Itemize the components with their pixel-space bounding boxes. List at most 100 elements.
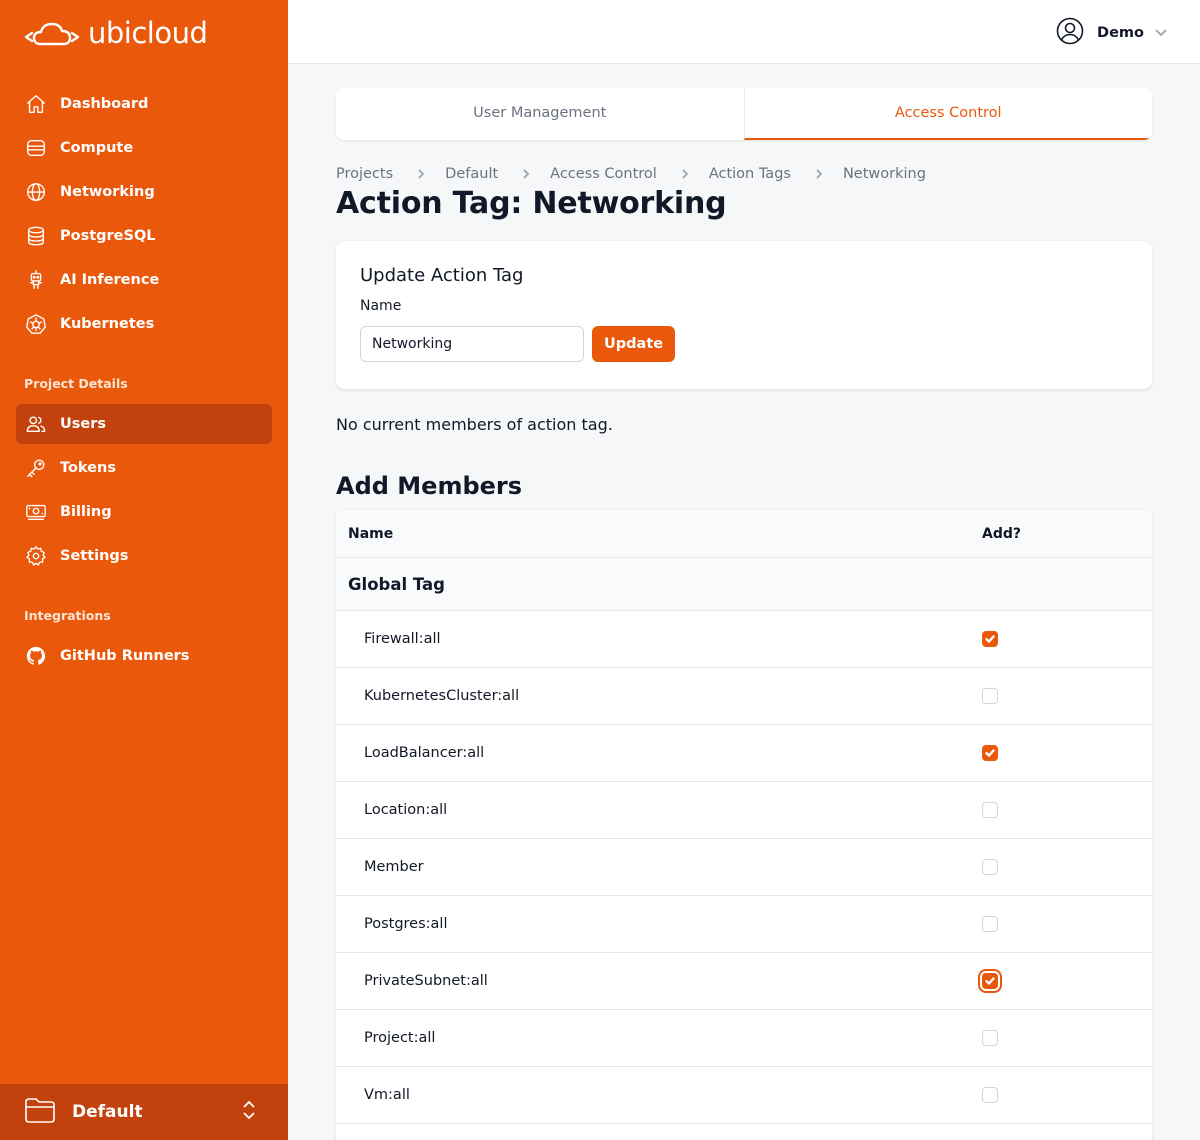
add-checkbox[interactable] — [982, 745, 998, 761]
update-form: Update — [360, 326, 1128, 362]
check-icon — [985, 977, 995, 985]
member-name: Vm:all — [364, 1087, 410, 1103]
robot-icon — [24, 268, 48, 292]
project-switcher[interactable]: Default — [0, 1084, 288, 1140]
chevron-down-icon — [1154, 24, 1168, 43]
column-header-name: Name — [348, 525, 394, 542]
add-checkbox[interactable] — [978, 969, 1002, 993]
breadcrumb-projects[interactable]: Projects — [336, 166, 393, 182]
sidebar-item-label: Tokens — [60, 460, 116, 476]
sidebar-item-label: Networking — [60, 184, 155, 200]
key-icon — [24, 456, 48, 480]
add-members-title: Add Members — [336, 472, 523, 500]
members-status: No current members of action tag. — [336, 415, 613, 434]
update-action-tag-card: Update Action Tag Name Update — [336, 241, 1152, 389]
integrations-nav: GitHub Runners — [16, 636, 272, 680]
add-members-table: Name Add? Global Tag Firewall:all Kubern… — [336, 510, 1152, 1140]
update-button[interactable]: Update — [592, 326, 676, 362]
github-icon — [24, 644, 48, 668]
sidebar-item-label: AI Inference — [60, 272, 160, 288]
member-name: KubernetesCluster:all — [364, 688, 520, 704]
home-icon — [24, 92, 48, 116]
sidebar-item-postgresql[interactable]: PostgreSQL — [16, 216, 272, 256]
chevron-right-icon — [813, 168, 825, 180]
sidebar: ubicloud Dashboard Compute Networking Po… — [0, 0, 288, 1140]
brand-name: ubicloud — [88, 16, 208, 50]
topbar: Demo — [288, 0, 1200, 64]
sidebar-item-users[interactable]: Users — [16, 404, 272, 444]
table-row: Firewall:all — [336, 611, 1152, 668]
breadcrumb-access-control[interactable]: Access Control — [550, 166, 657, 182]
table-row: LoadBalancer:all — [336, 725, 1152, 782]
add-checkbox[interactable] — [982, 1087, 998, 1103]
table-header: Name Add? — [336, 510, 1152, 558]
sidebar-item-settings[interactable]: Settings — [16, 536, 272, 576]
sidebar-item-kubernetes[interactable]: Kubernetes — [16, 304, 272, 344]
add-checkbox[interactable] — [982, 1030, 998, 1046]
add-checkbox[interactable] — [982, 859, 998, 875]
sidebar-item-label: GitHub Runners — [60, 648, 190, 664]
tab-user-management[interactable]: User Management — [336, 88, 744, 140]
project-name: Default — [72, 1102, 143, 1122]
member-name: LoadBalancer:all — [364, 745, 485, 761]
ubicloud-logo[interactable]: ubicloud — [24, 16, 208, 50]
breadcrumb-default[interactable]: Default — [445, 166, 498, 182]
table-row: Postgres:all — [336, 896, 1152, 953]
database-icon — [24, 224, 48, 248]
tab-access-control[interactable]: Access Control — [743, 88, 1152, 140]
add-checkbox[interactable] — [982, 802, 998, 818]
sidebar-item-label: Users — [60, 416, 107, 432]
sidebar-item-label: Dashboard — [60, 96, 149, 112]
users-icon — [24, 412, 48, 436]
user-name: Demo — [1097, 25, 1144, 41]
table-row-partial — [336, 1124, 1152, 1140]
add-checkbox[interactable] — [982, 631, 998, 647]
breadcrumb: Projects Default Access Control Action T… — [336, 166, 1152, 182]
add-checkbox[interactable] — [982, 916, 998, 932]
sidebar-item-compute[interactable]: Compute — [16, 128, 272, 168]
chevron-up-down-icon — [240, 1099, 258, 1125]
project-details-heading: Project Details — [24, 376, 128, 391]
group-heading: Global Tag — [336, 558, 1152, 611]
table-row: Vm:all — [336, 1067, 1152, 1124]
tag-name-input[interactable] — [360, 326, 584, 362]
project-nav: Users Tokens Billing Settings — [16, 404, 272, 580]
chevron-right-icon — [679, 168, 691, 180]
name-label: Name — [360, 298, 402, 314]
sidebar-item-billing[interactable]: Billing — [16, 492, 272, 532]
chevron-right-icon — [520, 168, 532, 180]
table-row: Member — [336, 839, 1152, 896]
breadcrumb-action-tags[interactable]: Action Tags — [709, 166, 791, 182]
add-checkbox[interactable] — [982, 688, 998, 704]
member-name: Postgres:all — [364, 916, 448, 932]
cloud-logo-icon — [24, 22, 80, 46]
table-row: PrivateSubnet:all — [336, 953, 1152, 1010]
check-icon — [985, 749, 995, 757]
sidebar-item-ai-inference[interactable]: AI Inference — [16, 260, 272, 300]
member-name: Firewall:all — [364, 631, 441, 647]
integrations-heading: Integrations — [24, 608, 111, 623]
user-circle-icon — [1055, 16, 1085, 50]
check-icon — [985, 635, 995, 643]
member-name: Project:all — [364, 1030, 436, 1046]
sidebar-item-label: Billing — [60, 504, 112, 520]
server-icon — [24, 136, 48, 160]
table-row: Location:all — [336, 782, 1152, 839]
main-nav: Dashboard Compute Networking PostgreSQL … — [16, 84, 272, 348]
member-name: Location:all — [364, 802, 448, 818]
main-content: User Management Access Control Projects … — [336, 88, 1152, 1140]
gear-icon — [24, 544, 48, 568]
user-menu[interactable]: Demo — [1055, 16, 1168, 50]
member-name: Member — [364, 859, 424, 875]
sidebar-item-tokens[interactable]: Tokens — [16, 448, 272, 488]
page-title: Action Tag: Networking — [336, 186, 727, 221]
sidebar-item-github-runners[interactable]: GitHub Runners — [16, 636, 272, 676]
globe-icon — [24, 180, 48, 204]
folder-icon — [24, 1096, 56, 1128]
sidebar-item-networking[interactable]: Networking — [16, 172, 272, 212]
kubernetes-icon — [24, 312, 48, 336]
member-name: PrivateSubnet:all — [364, 973, 488, 989]
sidebar-item-dashboard[interactable]: Dashboard — [16, 84, 272, 124]
breadcrumb-networking[interactable]: Networking — [843, 166, 926, 182]
sidebar-item-label: Compute — [60, 140, 134, 156]
